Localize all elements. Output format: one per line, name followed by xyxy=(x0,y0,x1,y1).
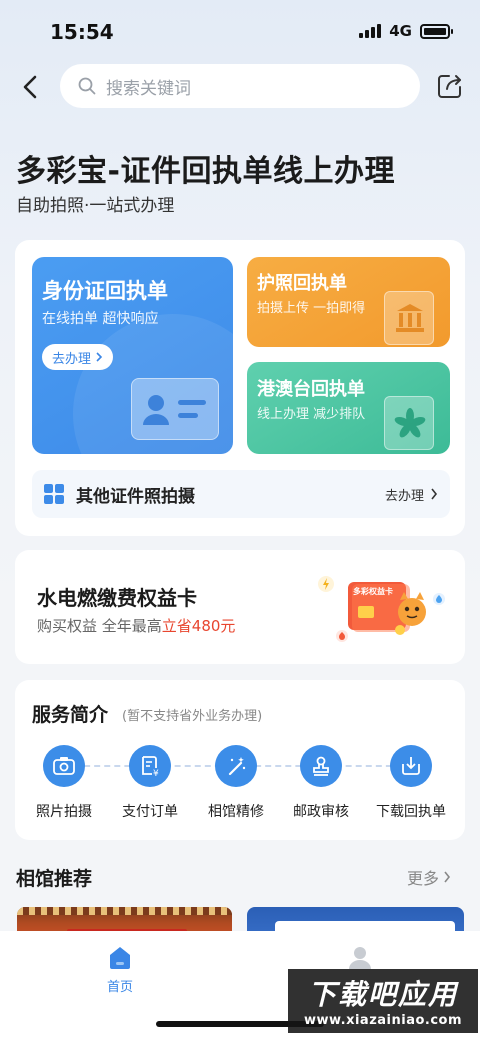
service-step-download[interactable]: 下载回执单 xyxy=(371,745,451,821)
chevron-right-icon xyxy=(431,488,438,500)
tab-home[interactable]: 首页 xyxy=(100,944,140,995)
benefit-subtitle-text: 购买权益 全年最高 xyxy=(37,617,162,635)
hk-macau-taiwan-receipt-tile[interactable]: 港澳台回执单 线上办理 减少排队 xyxy=(247,362,450,454)
hmt-tile-subtitle: 线上办理 减少排队 xyxy=(257,407,366,422)
id-card-receipt-tile[interactable]: 身份证回执单 在线拍单 超快响应 去办理 xyxy=(32,257,233,454)
service-step-label: 支付订单 xyxy=(122,804,178,820)
service-intro-note: (暂不支持省外业务办理) xyxy=(122,709,263,724)
passport-receipt-tile[interactable]: 护照回执单 拍摄上传 一拍即得 xyxy=(247,257,450,347)
id-card-icon xyxy=(131,378,219,440)
battery-icon xyxy=(420,23,453,39)
benefit-title: 水电燃缴费权益卡 xyxy=(37,586,197,610)
magic-wand-icon xyxy=(215,745,257,787)
svg-text:¥: ¥ xyxy=(153,769,159,778)
service-step-label: 邮政审核 xyxy=(293,804,349,820)
more-label: 更多 xyxy=(407,869,440,888)
other-id-photo-row[interactable]: 其他证件照拍摄 去办理 xyxy=(32,470,450,518)
download-icon xyxy=(390,745,432,787)
service-intro-title: 服务简介 xyxy=(32,704,109,726)
share-button[interactable] xyxy=(436,72,464,100)
service-step-retouch[interactable]: 相馆精修 xyxy=(196,745,276,821)
benefit-subtitle: 购买权益 全年最高立省480元 xyxy=(37,615,235,636)
watermark-logo: 下载吧应用 www.xiazainiao.com xyxy=(288,969,478,1033)
passport-tile-subtitle: 拍摄上传 一拍即得 xyxy=(257,301,366,316)
service-step-postal-review[interactable]: 邮政审核 xyxy=(281,745,361,821)
receipt-icon: ¥ xyxy=(129,745,171,787)
service-step-label: 相馆精修 xyxy=(208,804,264,820)
home-icon xyxy=(110,947,130,969)
page-title: 多彩宝-证件回执单线上办理 xyxy=(16,154,395,189)
back-button[interactable] xyxy=(18,72,44,102)
benefit-card-illustration: 多彩权益卡 xyxy=(316,572,448,644)
status-indicators: 4G xyxy=(359,22,453,40)
service-step-label: 下载回执单 xyxy=(376,804,446,820)
watermark-url: www.xiazainiao.com xyxy=(303,1013,463,1028)
service-step-label: 照片拍摄 xyxy=(36,804,92,820)
camera-icon xyxy=(43,745,85,787)
chevron-right-icon xyxy=(96,352,103,362)
other-id-go-link[interactable]: 去办理 xyxy=(385,485,438,504)
benefit-saving-highlight: 立省480元 xyxy=(161,617,236,635)
watermark-title: 下载吧应用 xyxy=(307,978,458,1011)
service-step-payment[interactable]: ¥ 支付订单 xyxy=(110,745,190,821)
studio-recommend-title: 相馆推荐 xyxy=(16,868,93,890)
id-card-tile-subtitle: 在线拍单 超快响应 xyxy=(42,311,159,327)
hmt-permit-icon xyxy=(384,396,434,450)
studio-recommend-more-link[interactable]: 更多 xyxy=(407,865,451,889)
user-icon xyxy=(349,947,371,969)
benefit-card-label: 多彩权益卡 xyxy=(353,587,393,596)
chevron-right-icon xyxy=(444,871,451,883)
grid-icon xyxy=(44,484,64,504)
id-card-go-button[interactable]: 去办理 xyxy=(42,344,114,370)
tab-home-label: 首页 xyxy=(106,980,133,995)
signal-icon xyxy=(359,24,382,38)
status-time: 15:54 xyxy=(50,20,114,44)
chevron-left-icon xyxy=(23,75,37,99)
id-card-tile-title: 身份证回执单 xyxy=(42,279,168,303)
search-icon xyxy=(78,77,96,95)
id-card-go-label: 去办理 xyxy=(52,351,92,367)
service-step-photo[interactable]: 照片拍摄 xyxy=(24,745,104,821)
other-id-go-label: 去办理 xyxy=(384,488,424,504)
hmt-tile-title: 港澳台回执单 xyxy=(257,379,365,400)
stamp-icon xyxy=(300,745,342,787)
search-placeholder: 搜索关键词 xyxy=(106,78,191,99)
network-type: 4G xyxy=(389,22,412,40)
share-icon xyxy=(438,75,461,98)
passport-icon xyxy=(384,291,434,345)
page-subtitle: 自助拍照·一站式办理 xyxy=(16,196,175,216)
passport-tile-title: 护照回执单 xyxy=(257,273,347,294)
other-id-photo-label: 其他证件照拍摄 xyxy=(76,486,195,507)
search-input[interactable]: 搜索关键词 xyxy=(60,64,420,108)
